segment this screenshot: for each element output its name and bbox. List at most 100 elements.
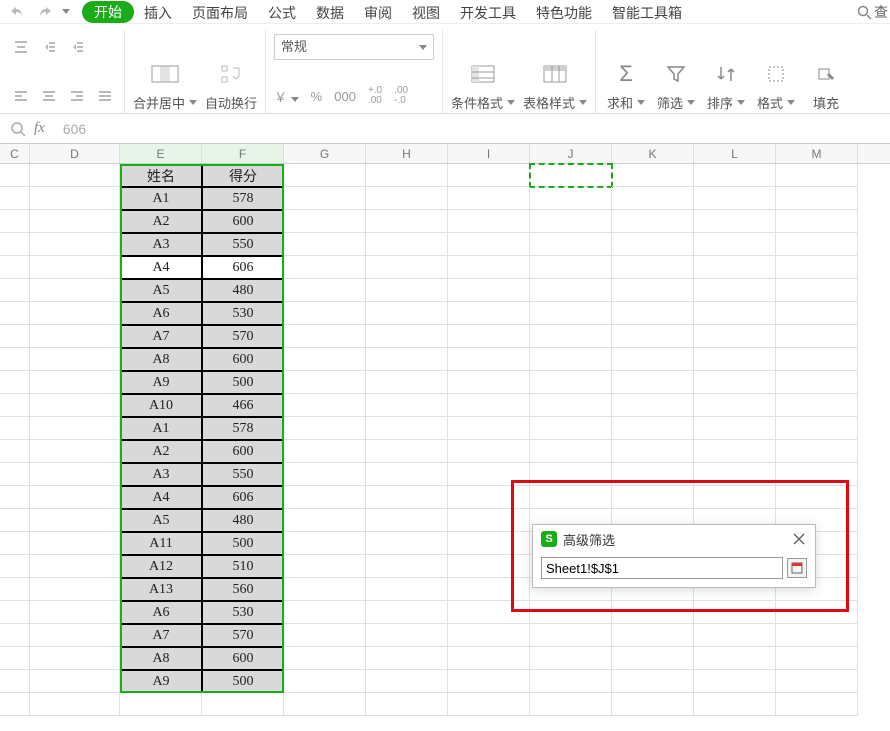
cell-L22[interactable] <box>694 647 776 670</box>
cell-G1[interactable] <box>284 164 366 187</box>
cell-K5[interactable] <box>612 256 694 279</box>
fill-button[interactable]: 填充 <box>804 57 848 113</box>
cell-L24[interactable] <box>694 693 776 716</box>
table-style-button[interactable]: 表格样式 <box>523 57 587 113</box>
cell-G11[interactable] <box>284 394 366 417</box>
cell-K12[interactable] <box>612 417 694 440</box>
cell-D7[interactable] <box>30 302 120 325</box>
cell-L9[interactable] <box>694 348 776 371</box>
cell-D20[interactable] <box>30 601 120 624</box>
cell-D11[interactable] <box>30 394 120 417</box>
cell-G9[interactable] <box>284 348 366 371</box>
cell-L5[interactable] <box>694 256 776 279</box>
cell-D3[interactable] <box>30 210 120 233</box>
cell-K23[interactable] <box>612 670 694 693</box>
cell-H17[interactable] <box>366 532 448 555</box>
cell-F13[interactable]: 600 <box>202 440 284 463</box>
cell-E4[interactable]: A3 <box>120 233 202 256</box>
align-center-icon[interactable] <box>38 85 60 107</box>
cell-M11[interactable] <box>776 394 858 417</box>
cell-D16[interactable] <box>30 509 120 532</box>
cell-K6[interactable] <box>612 279 694 302</box>
cell-F24[interactable] <box>202 693 284 716</box>
col-header-E[interactable]: E <box>120 144 202 163</box>
cell-G5[interactable] <box>284 256 366 279</box>
cell-D22[interactable] <box>30 647 120 670</box>
cell-H18[interactable] <box>366 555 448 578</box>
cell-E12[interactable]: A1 <box>120 417 202 440</box>
cell-I11[interactable] <box>448 394 530 417</box>
cell-K10[interactable] <box>612 371 694 394</box>
cell-C1[interactable] <box>0 164 30 187</box>
cell-H16[interactable] <box>366 509 448 532</box>
cell-F1[interactable]: 得分 <box>202 164 284 187</box>
cell-C24[interactable] <box>0 693 30 716</box>
cell-D13[interactable] <box>30 440 120 463</box>
cell-F7[interactable]: 530 <box>202 302 284 325</box>
cell-F22[interactable]: 600 <box>202 647 284 670</box>
cell-F8[interactable]: 570 <box>202 325 284 348</box>
cell-K4[interactable] <box>612 233 694 256</box>
cell-L1[interactable] <box>694 164 776 187</box>
tab-数据[interactable]: 数据 <box>306 1 354 23</box>
tab-页面布局[interactable]: 页面布局 <box>182 1 258 23</box>
cell-M1[interactable] <box>776 164 858 187</box>
cell-C22[interactable] <box>0 647 30 670</box>
cell-J11[interactable] <box>530 394 612 417</box>
cell-E1[interactable]: 姓名 <box>120 164 202 187</box>
cell-C7[interactable] <box>0 302 30 325</box>
cell-J7[interactable] <box>530 302 612 325</box>
cell-E15[interactable]: A4 <box>120 486 202 509</box>
cell-H23[interactable] <box>366 670 448 693</box>
cell-M24[interactable] <box>776 693 858 716</box>
formula-input[interactable] <box>55 115 890 143</box>
cell-E2[interactable]: A1 <box>120 187 202 210</box>
cell-J5[interactable] <box>530 256 612 279</box>
cell-E7[interactable]: A6 <box>120 302 202 325</box>
filter-button[interactable]: 筛选 <box>654 57 698 113</box>
cell-F6[interactable]: 480 <box>202 279 284 302</box>
cell-D24[interactable] <box>30 693 120 716</box>
cell-F14[interactable]: 550 <box>202 463 284 486</box>
cell-K9[interactable] <box>612 348 694 371</box>
cell-K21[interactable] <box>612 624 694 647</box>
cell-L12[interactable] <box>694 417 776 440</box>
cell-H9[interactable] <box>366 348 448 371</box>
cell-E22[interactable]: A8 <box>120 647 202 670</box>
cell-D23[interactable] <box>30 670 120 693</box>
cell-K22[interactable] <box>612 647 694 670</box>
cell-H20[interactable] <box>366 601 448 624</box>
cell-H10[interactable] <box>366 371 448 394</box>
cell-D5[interactable] <box>30 256 120 279</box>
cell-G3[interactable] <box>284 210 366 233</box>
cell-G8[interactable] <box>284 325 366 348</box>
tab-视图[interactable]: 视图 <box>402 1 450 23</box>
cell-I5[interactable] <box>448 256 530 279</box>
dialog-close-button[interactable] <box>791 531 807 547</box>
cell-G19[interactable] <box>284 578 366 601</box>
tab-公式[interactable]: 公式 <box>258 1 306 23</box>
cell-L21[interactable] <box>694 624 776 647</box>
cell-H22[interactable] <box>366 647 448 670</box>
cell-C21[interactable] <box>0 624 30 647</box>
cell-G4[interactable] <box>284 233 366 256</box>
cell-C20[interactable] <box>0 601 30 624</box>
cell-G17[interactable] <box>284 532 366 555</box>
col-header-C[interactable]: C <box>0 144 30 163</box>
cell-C15[interactable] <box>0 486 30 509</box>
cell-F20[interactable]: 530 <box>202 601 284 624</box>
col-header-M[interactable]: M <box>776 144 858 163</box>
cell-L6[interactable] <box>694 279 776 302</box>
cell-E14[interactable]: A3 <box>120 463 202 486</box>
cell-J8[interactable] <box>530 325 612 348</box>
cell-H13[interactable] <box>366 440 448 463</box>
cell-C14[interactable] <box>0 463 30 486</box>
dec-indent-icon[interactable] <box>38 36 60 58</box>
cell-D17[interactable] <box>30 532 120 555</box>
cell-G18[interactable] <box>284 555 366 578</box>
cell-F18[interactable]: 510 <box>202 555 284 578</box>
col-header-L[interactable]: L <box>694 144 776 163</box>
cell-F17[interactable]: 500 <box>202 532 284 555</box>
col-header-D[interactable]: D <box>30 144 120 163</box>
cell-E23[interactable]: A9 <box>120 670 202 693</box>
